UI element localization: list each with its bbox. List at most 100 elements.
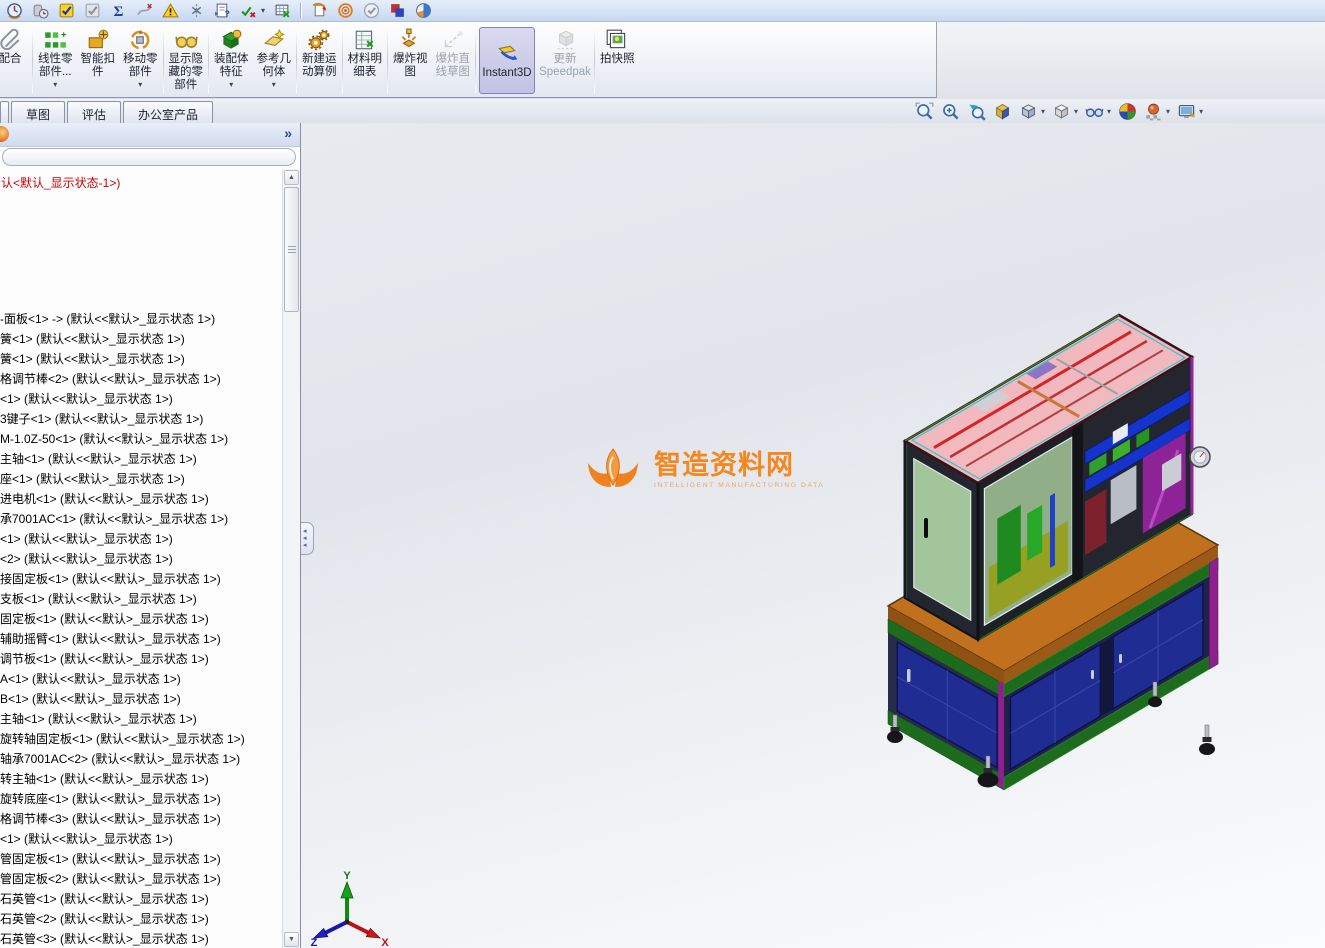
view-orientation-icon[interactable]	[1019, 102, 1038, 121]
tree-item[interactable]: <1> (默认<<默认>_显示状态 1>)	[0, 529, 283, 549]
tree-item[interactable]: 支板<1> (默认<<默认>_显示状态 1>)	[0, 589, 283, 609]
dropdown-caret-icon[interactable]: ▾	[138, 80, 142, 89]
ribbon-button-exploded-view[interactable]: 爆炸视 图	[389, 24, 432, 97]
target-rings-icon[interactable]	[337, 2, 354, 19]
assembly-root-node[interactable]: 认<默认_显示状态-1>)	[1, 174, 120, 191]
tab-partial-edge	[0, 101, 9, 123]
dropdown-caret-icon[interactable]: ▾	[229, 80, 233, 89]
hide-show-items-icon[interactable]	[1085, 102, 1104, 121]
tree-item[interactable]: 固定板<1> (默认<<默认>_显示状态 1>)	[0, 609, 283, 629]
ribbon-button-take-snapshot[interactable]: 拍快照	[596, 24, 639, 97]
tree-item[interactable]: 管固定板<2> (默认<<默认>_显示状态 1>)	[0, 869, 283, 889]
feature-filter-input[interactable]	[2, 148, 296, 166]
tree-item[interactable]: 进电机<1> (默认<<默认>_显示状态 1>)	[0, 489, 283, 509]
view-settings-icon[interactable]	[1177, 102, 1196, 121]
tree-item[interactable]: 承7001AC<1> (默认<<默认>_显示状态 1>)	[0, 509, 283, 529]
tree-item[interactable]: 座<1> (默认<<默认>_显示状态 1>)	[0, 469, 283, 489]
ribbon-button-mate[interactable]: 配合	[0, 24, 31, 97]
tab-评估[interactable]: 评估	[67, 101, 122, 123]
ribbon-button-bill-of-materials[interactable]: 材料明 细表	[344, 24, 387, 97]
equations-sigma-icon[interactable]: Σ	[110, 2, 127, 20]
tree-item[interactable]: <1> (默认<<默认>_显示状态 1>)	[0, 389, 283, 409]
approve-circle-icon[interactable]	[363, 2, 380, 19]
scrollbar-thumb[interactable]	[284, 187, 299, 312]
tree-item[interactable]: 3键子<1> (默认<<默认>_显示状态 1>)	[0, 409, 283, 429]
graphics-viewport[interactable]: ◂ ◂ ◂ 智造资料网 INTELLIGENT MANUFACTURING DA…	[301, 123, 1325, 948]
dropdown-caret-icon[interactable]: ▾	[1041, 107, 1045, 116]
top-utility-toolbar: Σ? ▾	[0, 0, 1325, 22]
tree-item[interactable]: 簧<1> (默认<<默认>_显示状态 1>)	[0, 329, 283, 349]
scroll-up-button[interactable]: ▲	[284, 170, 299, 185]
tree-scrollbar[interactable]: ▲ ▼	[282, 169, 300, 948]
featuremanager-flyout-handle[interactable]: ◂ ◂ ◂	[301, 522, 314, 555]
check-cross-icon[interactable]	[240, 2, 257, 19]
zoom-to-area-icon[interactable]	[941, 102, 960, 121]
tree-item[interactable]: 调节板<1> (默认<<默认>_显示状态 1>)	[0, 649, 283, 669]
tree-item[interactable]: -面板<1> -> (默认<<默认>_显示状态 1>)	[0, 309, 283, 329]
tree-item[interactable]: 管固定板<1> (默认<<默认>_显示状态 1>)	[0, 849, 283, 869]
tree-item[interactable]: <1> (默认<<默认>_显示状态 1>)	[0, 829, 283, 849]
tree-item[interactable]: 辅助摇臂<1> (默认<<默认>_显示状态 1>)	[0, 629, 283, 649]
interference-detection-icon[interactable]	[136, 2, 153, 19]
tree-item[interactable]: 石英管<1> (默认<<默认>_显示状态 1>)	[0, 889, 283, 909]
display-style-icon[interactable]	[1052, 102, 1071, 121]
previous-view-icon[interactable]	[967, 102, 986, 121]
section-view-icon[interactable]	[993, 102, 1012, 121]
tree-item[interactable]: 簧<1> (默认<<默认>_显示状态 1>)	[0, 349, 283, 369]
tree-item[interactable]: M-1.0Z-50<1> (默认<<默认>_显示状态 1>)	[0, 429, 283, 449]
tree-item[interactable]: 格调节棒<3> (默认<<默认>_显示状态 1>)	[0, 809, 283, 829]
tree-item[interactable]: 旋转轴固定板<1> (默认<<默认>_显示状态 1>)	[0, 729, 283, 749]
ribbon-button-instant3d[interactable]: Instant3D	[479, 27, 535, 94]
dropdown-caret-icon[interactable]: ▾	[1074, 107, 1078, 116]
dropdown-caret-icon[interactable]: ▾	[53, 80, 57, 89]
tab-办公室产品[interactable]: 办公室产品	[123, 101, 214, 123]
tree-item[interactable]: 旋转底座<1> (默认<<默认>_显示状态 1>)	[0, 789, 283, 809]
expand-panel-chevron-icon[interactable]: »	[284, 125, 292, 141]
dropdown-caret-icon[interactable]: ▾	[1166, 107, 1170, 116]
dropdown-caret-icon[interactable]: ▾	[261, 6, 265, 15]
tree-item[interactable]: 石英管<2> (默认<<默认>_显示状态 1>)	[0, 909, 283, 929]
exploded-view-icon	[398, 28, 422, 52]
compare-blocks-icon[interactable]	[389, 2, 406, 19]
dropdown-caret-icon[interactable]: ▾	[1107, 107, 1111, 116]
tree-item[interactable]: 主轴<1> (默认<<默认>_显示状态 1>)	[0, 449, 283, 469]
timer-icon[interactable]	[6, 2, 23, 19]
tree-item[interactable]: <2> (默认<<默认>_显示状态 1>)	[0, 549, 283, 569]
edit-appearance-icon[interactable]	[1118, 102, 1137, 121]
dropdown-caret-icon[interactable]: ▾	[272, 80, 276, 89]
ribbon-button-reference-geometry[interactable]: 参考几 何体 ▾	[253, 24, 296, 97]
apply-scene-icon[interactable]	[1144, 102, 1163, 121]
tree-item[interactable]: 石英管<3> (默认<<默认>_显示状态 1>)	[0, 929, 283, 948]
ribbon-button-smart-fasteners[interactable]: 智能扣 件	[77, 24, 120, 97]
tree-item[interactable]: B<1> (默认<<默认>_显示状态 1>)	[0, 689, 283, 709]
yellow-checkbox-icon[interactable]	[58, 2, 75, 19]
ribbon-button-show-hidden-components[interactable]: 显示隐 藏的零 部件	[165, 24, 208, 97]
tree-item[interactable]: A<1> (默认<<默认>_显示状态 1>)	[0, 669, 283, 689]
zoom-to-fit-icon[interactable]	[915, 102, 934, 121]
document-help-icon[interactable]: ?	[214, 2, 231, 19]
globe-icon[interactable]	[415, 2, 432, 19]
tree-item[interactable]: 轴承7001AC<2> (默认<<默认>_显示状态 1>)	[0, 749, 283, 769]
dropdown-caret-icon[interactable]: ▾	[1199, 107, 1203, 116]
ribbon-button-assembly-features[interactable]: 装配体 特征 ▾	[210, 24, 253, 97]
gray-checkbox-icon[interactable]	[84, 2, 101, 19]
history-icon[interactable]	[32, 2, 49, 19]
design-table-icon[interactable]	[274, 2, 291, 19]
ribbon-group-separator	[32, 28, 33, 93]
reorient-document-icon[interactable]	[311, 2, 328, 19]
ribbon-button-new-motion-study[interactable]: 新建运 动算例	[298, 24, 341, 97]
tree-item[interactable]: 转主轴<1> (默认<<默认>_显示状态 1>)	[0, 769, 283, 789]
3d-model-machine[interactable]	[860, 300, 1240, 800]
tab-草图[interactable]: 草图	[11, 101, 66, 123]
tree-item[interactable]: 主轴<1> (默认<<默认>_显示状态 1>)	[0, 709, 283, 729]
tree-item[interactable]: 格调节棒<2> (默认<<默认>_显示状态 1>)	[0, 369, 283, 389]
ribbon-tabs: 草图 评估 办公室产品	[0, 101, 214, 123]
tree-item[interactable]: 接固定板<1> (默认<<默认>_显示状态 1>)	[0, 569, 283, 589]
featuremanager-header: »	[0, 123, 300, 147]
ribbon-button-move-component[interactable]: 移动零 部件 ▾	[119, 24, 162, 97]
ribbon-button-linear-component-pattern[interactable]: 线性零 部件... ▾	[34, 24, 77, 97]
scroll-down-button[interactable]: ▼	[284, 932, 299, 947]
align-arrows-icon[interactable]	[188, 2, 205, 19]
watermark-title: 智造资料网	[654, 449, 794, 480]
warning-triangle-icon[interactable]	[162, 2, 179, 19]
